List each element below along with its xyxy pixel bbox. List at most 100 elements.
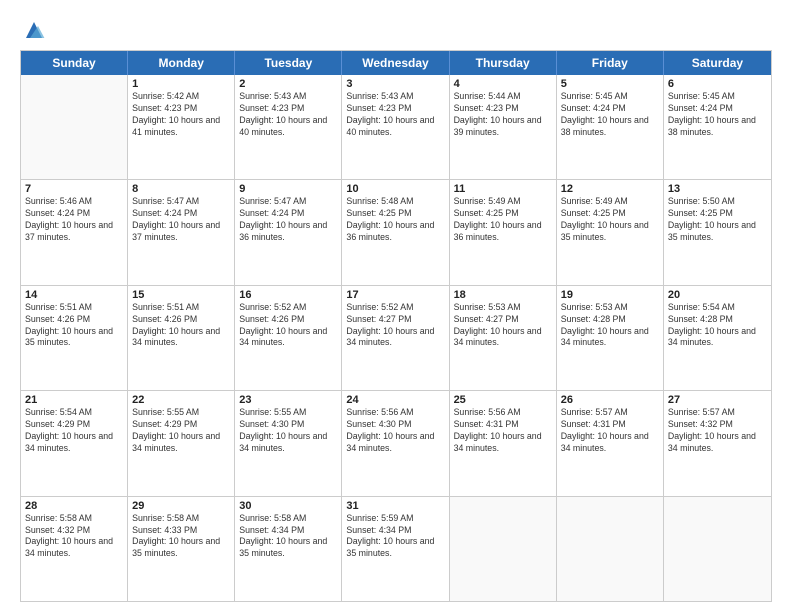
day-number: 7 xyxy=(25,183,123,195)
day-number: 26 xyxy=(561,394,659,406)
day-cell-29: 29Sunrise: 5:58 AM Sunset: 4:33 PM Dayli… xyxy=(128,497,235,601)
day-cell-10: 10Sunrise: 5:48 AM Sunset: 4:25 PM Dayli… xyxy=(342,180,449,284)
day-cell-30: 30Sunrise: 5:58 AM Sunset: 4:34 PM Dayli… xyxy=(235,497,342,601)
day-info: Sunrise: 5:58 AM Sunset: 4:32 PM Dayligh… xyxy=(25,513,123,561)
day-cell-25: 25Sunrise: 5:56 AM Sunset: 4:31 PM Dayli… xyxy=(450,391,557,495)
day-info: Sunrise: 5:57 AM Sunset: 4:31 PM Dayligh… xyxy=(561,407,659,455)
day-cell-9: 9Sunrise: 5:47 AM Sunset: 4:24 PM Daylig… xyxy=(235,180,342,284)
day-cell-14: 14Sunrise: 5:51 AM Sunset: 4:26 PM Dayli… xyxy=(21,286,128,390)
day-number: 11 xyxy=(454,183,552,195)
day-cell-27: 27Sunrise: 5:57 AM Sunset: 4:32 PM Dayli… xyxy=(664,391,771,495)
day-info: Sunrise: 5:57 AM Sunset: 4:32 PM Dayligh… xyxy=(668,407,767,455)
calendar-row-1: 7Sunrise: 5:46 AM Sunset: 4:24 PM Daylig… xyxy=(21,179,771,284)
header-day-monday: Monday xyxy=(128,51,235,75)
day-number: 27 xyxy=(668,394,767,406)
day-info: Sunrise: 5:52 AM Sunset: 4:26 PM Dayligh… xyxy=(239,302,337,350)
day-info: Sunrise: 5:46 AM Sunset: 4:24 PM Dayligh… xyxy=(25,196,123,244)
header-day-tuesday: Tuesday xyxy=(235,51,342,75)
day-info: Sunrise: 5:48 AM Sunset: 4:25 PM Dayligh… xyxy=(346,196,444,244)
day-cell-8: 8Sunrise: 5:47 AM Sunset: 4:24 PM Daylig… xyxy=(128,180,235,284)
day-cell-16: 16Sunrise: 5:52 AM Sunset: 4:26 PM Dayli… xyxy=(235,286,342,390)
header xyxy=(20,16,772,42)
day-number: 18 xyxy=(454,289,552,301)
day-info: Sunrise: 5:52 AM Sunset: 4:27 PM Dayligh… xyxy=(346,302,444,350)
day-info: Sunrise: 5:45 AM Sunset: 4:24 PM Dayligh… xyxy=(561,91,659,139)
day-info: Sunrise: 5:58 AM Sunset: 4:33 PM Dayligh… xyxy=(132,513,230,561)
day-number: 6 xyxy=(668,78,767,90)
day-info: Sunrise: 5:55 AM Sunset: 4:30 PM Dayligh… xyxy=(239,407,337,455)
day-cell-18: 18Sunrise: 5:53 AM Sunset: 4:27 PM Dayli… xyxy=(450,286,557,390)
day-number: 10 xyxy=(346,183,444,195)
day-number: 16 xyxy=(239,289,337,301)
day-info: Sunrise: 5:56 AM Sunset: 4:31 PM Dayligh… xyxy=(454,407,552,455)
day-cell-24: 24Sunrise: 5:56 AM Sunset: 4:30 PM Dayli… xyxy=(342,391,449,495)
header-day-saturday: Saturday xyxy=(664,51,771,75)
day-cell-1: 1Sunrise: 5:42 AM Sunset: 4:23 PM Daylig… xyxy=(128,75,235,179)
day-number: 13 xyxy=(668,183,767,195)
logo-icon xyxy=(22,18,46,42)
calendar-row-3: 21Sunrise: 5:54 AM Sunset: 4:29 PM Dayli… xyxy=(21,390,771,495)
day-info: Sunrise: 5:49 AM Sunset: 4:25 PM Dayligh… xyxy=(454,196,552,244)
day-info: Sunrise: 5:50 AM Sunset: 4:25 PM Dayligh… xyxy=(668,196,767,244)
empty-cell-4-6 xyxy=(664,497,771,601)
day-info: Sunrise: 5:58 AM Sunset: 4:34 PM Dayligh… xyxy=(239,513,337,561)
day-info: Sunrise: 5:43 AM Sunset: 4:23 PM Dayligh… xyxy=(239,91,337,139)
day-cell-12: 12Sunrise: 5:49 AM Sunset: 4:25 PM Dayli… xyxy=(557,180,664,284)
day-cell-20: 20Sunrise: 5:54 AM Sunset: 4:28 PM Dayli… xyxy=(664,286,771,390)
header-day-friday: Friday xyxy=(557,51,664,75)
day-cell-21: 21Sunrise: 5:54 AM Sunset: 4:29 PM Dayli… xyxy=(21,391,128,495)
day-cell-31: 31Sunrise: 5:59 AM Sunset: 4:34 PM Dayli… xyxy=(342,497,449,601)
day-cell-19: 19Sunrise: 5:53 AM Sunset: 4:28 PM Dayli… xyxy=(557,286,664,390)
day-number: 14 xyxy=(25,289,123,301)
day-number: 22 xyxy=(132,394,230,406)
day-number: 31 xyxy=(346,500,444,512)
day-info: Sunrise: 5:44 AM Sunset: 4:23 PM Dayligh… xyxy=(454,91,552,139)
empty-cell-4-4 xyxy=(450,497,557,601)
logo xyxy=(20,16,46,42)
day-info: Sunrise: 5:45 AM Sunset: 4:24 PM Dayligh… xyxy=(668,91,767,139)
day-cell-17: 17Sunrise: 5:52 AM Sunset: 4:27 PM Dayli… xyxy=(342,286,449,390)
header-day-thursday: Thursday xyxy=(450,51,557,75)
day-info: Sunrise: 5:59 AM Sunset: 4:34 PM Dayligh… xyxy=(346,513,444,561)
day-cell-13: 13Sunrise: 5:50 AM Sunset: 4:25 PM Dayli… xyxy=(664,180,771,284)
day-cell-6: 6Sunrise: 5:45 AM Sunset: 4:24 PM Daylig… xyxy=(664,75,771,179)
day-number: 17 xyxy=(346,289,444,301)
day-number: 15 xyxy=(132,289,230,301)
day-cell-28: 28Sunrise: 5:58 AM Sunset: 4:32 PM Dayli… xyxy=(21,497,128,601)
day-number: 20 xyxy=(668,289,767,301)
day-cell-22: 22Sunrise: 5:55 AM Sunset: 4:29 PM Dayli… xyxy=(128,391,235,495)
calendar: SundayMondayTuesdayWednesdayThursdayFrid… xyxy=(20,50,772,602)
calendar-row-4: 28Sunrise: 5:58 AM Sunset: 4:32 PM Dayli… xyxy=(21,496,771,601)
day-number: 29 xyxy=(132,500,230,512)
day-cell-4: 4Sunrise: 5:44 AM Sunset: 4:23 PM Daylig… xyxy=(450,75,557,179)
day-number: 24 xyxy=(346,394,444,406)
calendar-row-0: 1Sunrise: 5:42 AM Sunset: 4:23 PM Daylig… xyxy=(21,75,771,179)
day-info: Sunrise: 5:51 AM Sunset: 4:26 PM Dayligh… xyxy=(25,302,123,350)
day-info: Sunrise: 5:47 AM Sunset: 4:24 PM Dayligh… xyxy=(239,196,337,244)
day-number: 1 xyxy=(132,78,230,90)
day-number: 28 xyxy=(25,500,123,512)
day-info: Sunrise: 5:49 AM Sunset: 4:25 PM Dayligh… xyxy=(561,196,659,244)
day-cell-23: 23Sunrise: 5:55 AM Sunset: 4:30 PM Dayli… xyxy=(235,391,342,495)
day-info: Sunrise: 5:56 AM Sunset: 4:30 PM Dayligh… xyxy=(346,407,444,455)
day-info: Sunrise: 5:51 AM Sunset: 4:26 PM Dayligh… xyxy=(132,302,230,350)
day-number: 4 xyxy=(454,78,552,90)
header-day-wednesday: Wednesday xyxy=(342,51,449,75)
page: SundayMondayTuesdayWednesdayThursdayFrid… xyxy=(0,0,792,612)
day-info: Sunrise: 5:55 AM Sunset: 4:29 PM Dayligh… xyxy=(132,407,230,455)
day-info: Sunrise: 5:54 AM Sunset: 4:28 PM Dayligh… xyxy=(668,302,767,350)
day-info: Sunrise: 5:54 AM Sunset: 4:29 PM Dayligh… xyxy=(25,407,123,455)
day-number: 25 xyxy=(454,394,552,406)
day-number: 12 xyxy=(561,183,659,195)
day-info: Sunrise: 5:43 AM Sunset: 4:23 PM Dayligh… xyxy=(346,91,444,139)
day-number: 19 xyxy=(561,289,659,301)
day-number: 2 xyxy=(239,78,337,90)
empty-cell-4-5 xyxy=(557,497,664,601)
calendar-body: 1Sunrise: 5:42 AM Sunset: 4:23 PM Daylig… xyxy=(21,75,771,601)
day-cell-15: 15Sunrise: 5:51 AM Sunset: 4:26 PM Dayli… xyxy=(128,286,235,390)
day-cell-7: 7Sunrise: 5:46 AM Sunset: 4:24 PM Daylig… xyxy=(21,180,128,284)
day-cell-5: 5Sunrise: 5:45 AM Sunset: 4:24 PM Daylig… xyxy=(557,75,664,179)
day-cell-26: 26Sunrise: 5:57 AM Sunset: 4:31 PM Dayli… xyxy=(557,391,664,495)
day-number: 23 xyxy=(239,394,337,406)
day-number: 9 xyxy=(239,183,337,195)
